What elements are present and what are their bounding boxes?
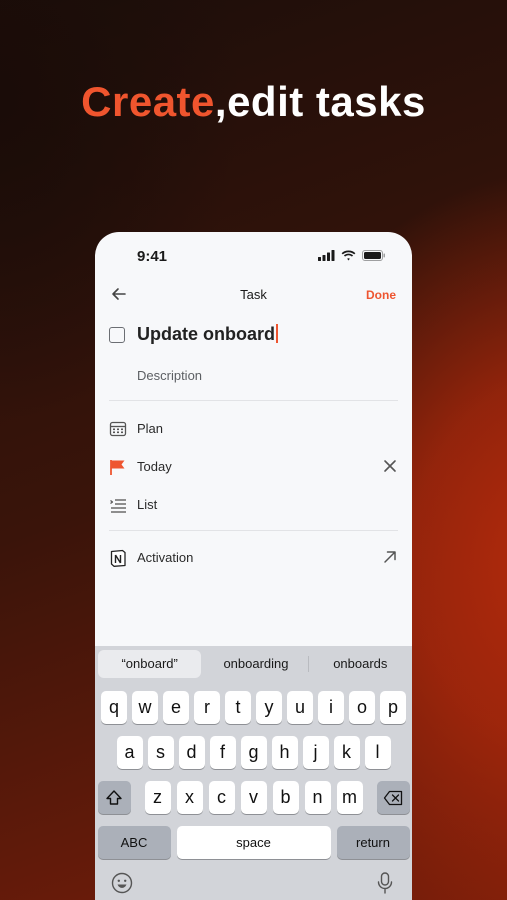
shift-key[interactable] [97, 781, 131, 814]
notion-icon [110, 549, 126, 567]
key-row-4: ABC space return [95, 826, 412, 859]
backspace-key[interactable] [376, 781, 410, 814]
keyboard-bottom-bar [95, 872, 412, 900]
key[interactable]: k [333, 736, 360, 769]
task-title-input[interactable]: Update onboard [137, 324, 278, 345]
microphone-icon[interactable] [376, 872, 394, 894]
backspace-icon [383, 790, 403, 805]
description-field[interactable]: Description [137, 368, 202, 383]
option-label: Today [137, 459, 172, 474]
key[interactable]: c [208, 781, 235, 814]
wifi-icon [341, 250, 356, 261]
calendar-icon [109, 421, 127, 437]
abc-key[interactable]: ABC [97, 826, 171, 859]
key[interactable]: e [163, 691, 189, 724]
done-button[interactable]: Done [366, 288, 396, 302]
key[interactable]: f [209, 736, 236, 769]
key[interactable]: j [302, 736, 329, 769]
phone-screen: 9:41 Task Done Update onboard Descriptio… [95, 232, 412, 900]
option-label: Plan [137, 421, 164, 436]
key[interactable]: d [178, 736, 205, 769]
status-time: 9:41 [137, 248, 168, 265]
key[interactable]: l [364, 736, 391, 769]
battery-icon [362, 250, 385, 261]
option-plan[interactable]: Plan [109, 418, 398, 440]
key[interactable]: b [272, 781, 299, 814]
integration-label: Activation [137, 550, 194, 565]
integration-activation[interactable]: Activation [109, 547, 398, 569]
suggestion-item[interactable]: “onboard” [98, 650, 202, 678]
nav-bar: Task Done [95, 282, 412, 308]
key[interactable]: h [271, 736, 298, 769]
task-checkbox[interactable] [109, 327, 125, 343]
list-icon [110, 499, 126, 513]
key[interactable]: g [240, 736, 267, 769]
text-caret [276, 324, 278, 343]
suggestion-bar: “onboard” onboarding onboards [95, 646, 412, 682]
headline: Create,edit tasks [0, 78, 507, 126]
headline-rest: ,edit tasks [214, 78, 426, 125]
key[interactable]: w [132, 691, 158, 724]
key-row-2: a s d f g h j k l [95, 736, 412, 769]
key[interactable]: p [380, 691, 406, 724]
key[interactable]: a [116, 736, 143, 769]
key[interactable]: t [225, 691, 251, 724]
key[interactable]: s [147, 736, 174, 769]
headline-accent: Create [81, 78, 215, 125]
option-label: List [137, 497, 158, 512]
divider [109, 530, 398, 531]
divider [109, 400, 398, 401]
suggestion-item[interactable]: onboarding [204, 646, 307, 682]
task-title-row: Update onboard [109, 324, 398, 348]
key[interactable]: v [240, 781, 267, 814]
key[interactable]: x [176, 781, 203, 814]
key-row-1: q w e r t y u i o p [95, 691, 412, 724]
option-list[interactable]: List [109, 494, 398, 516]
key[interactable]: y [256, 691, 282, 724]
nav-title: Task [240, 287, 267, 302]
return-key[interactable]: return [336, 826, 410, 859]
status-icons [318, 250, 386, 261]
key[interactable]: m [336, 781, 363, 814]
cellular-signal-icon [318, 250, 335, 261]
key-row-3: z x c v b n m [95, 781, 412, 814]
task-title-text: Update onboard [137, 324, 275, 344]
key[interactable]: q [101, 691, 127, 724]
key[interactable]: n [304, 781, 331, 814]
key[interactable]: o [349, 691, 375, 724]
arrow-up-right-icon[interactable] [382, 549, 398, 565]
emoji-icon[interactable] [111, 872, 133, 894]
key[interactable]: u [287, 691, 313, 724]
key[interactable]: z [144, 781, 171, 814]
status-bar: 9:41 [95, 232, 412, 280]
flag-icon [110, 460, 125, 475]
key[interactable]: i [318, 691, 344, 724]
close-icon[interactable] [382, 458, 398, 474]
key[interactable]: r [194, 691, 220, 724]
space-key[interactable]: space [176, 826, 331, 859]
keyboard: “onboard” onboarding onboards q w e r t … [95, 646, 412, 900]
suggestion-item[interactable]: onboards [309, 646, 412, 682]
shift-icon [106, 789, 122, 805]
option-today[interactable]: Today [109, 456, 398, 478]
